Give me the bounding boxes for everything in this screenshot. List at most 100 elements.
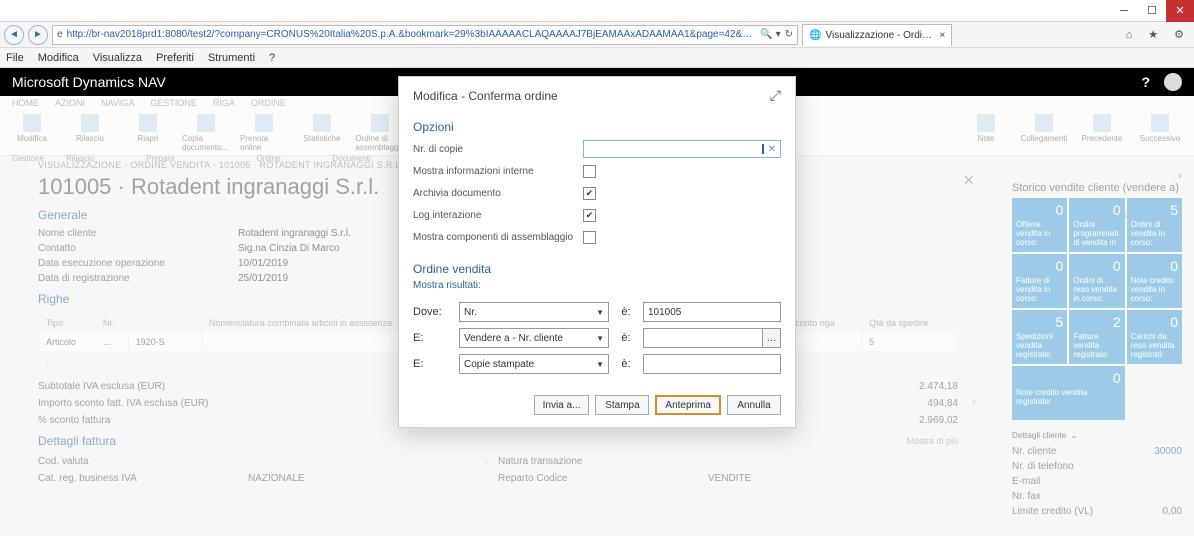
browser-tab[interactable]: 🌐 Visualizzazione - Ordine ve... × xyxy=(802,24,952,46)
menu-edit[interactable]: Modifica xyxy=(38,52,79,64)
expand-icon[interactable]: ⤢ xyxy=(770,87,781,104)
input-filter-value-1[interactable]: 101005 xyxy=(643,302,781,322)
ie-e-icon: e xyxy=(57,29,63,40)
section-dettagli-fattura[interactable]: Dettagli fattura Mostra di più xyxy=(38,434,958,448)
cue-tile[interactable]: 5Spedizioni vendita registrate: xyxy=(1012,310,1067,364)
label-reparto: Reparto Codice xyxy=(498,473,698,484)
label-imp-sconto: Importo sconto fatt. IVA esclusa (EUR) xyxy=(38,398,393,409)
help-icon[interactable]: ? xyxy=(1141,74,1150,90)
ie-menu-bar: File Modifica Visualizza Preferiti Strum… xyxy=(0,48,1194,68)
value-cod-valuta[interactable]: › xyxy=(248,456,488,467)
label-nome-cliente: Nome cliente xyxy=(38,228,238,239)
ribbon-button[interactable]: Precedente xyxy=(1078,114,1126,143)
menu-favorites[interactable]: Preferiti xyxy=(156,52,194,64)
ribbon-button[interactable]: Successivo xyxy=(1136,114,1184,143)
mostra-risultati-label: Mostra risultati: xyxy=(413,280,781,291)
factbox-panel: › Storico vendite cliente (vendere a) 0O… xyxy=(1012,182,1182,519)
ribbon-tab-azioni[interactable]: AZIONI xyxy=(51,98,89,112)
ribbon-button[interactable]: Riapri xyxy=(124,114,172,152)
ribbon-tab-naviga[interactable]: NAVIGA xyxy=(97,98,138,112)
dettagli-cliente-header[interactable]: Dettagli cliente⌄ xyxy=(1012,430,1182,440)
cue-tile[interactable]: 0Fatture di vendita in corso: xyxy=(1012,254,1067,308)
label-data-esec: Data esecuzione operazione xyxy=(38,258,238,269)
select-filter-field-2[interactable]: Vendere a - Nr. cliente▼ xyxy=(459,328,609,348)
button-stampa[interactable]: Stampa xyxy=(595,395,649,415)
ribbon-button[interactable]: Statistiche xyxy=(298,114,346,152)
cue-tile[interactable]: 0Note credito vendita registrate: xyxy=(1012,366,1125,420)
window-close[interactable]: ✕ xyxy=(1166,0,1194,22)
menu-file[interactable]: File xyxy=(6,52,24,64)
checkbox-mostra-info[interactable] xyxy=(583,165,596,178)
checkbox-mostra-comp[interactable] xyxy=(583,231,596,244)
favorites-icon[interactable]: ★ xyxy=(1148,28,1158,41)
button-anteprima[interactable]: Anteprima xyxy=(655,395,721,415)
url-text: http://br-nav2018prd1:8080/test2/?compan… xyxy=(67,29,757,40)
value-cat-iva: NAZIONALE xyxy=(248,473,488,484)
cue-tile[interactable]: 0Note credito vendita in corso: xyxy=(1127,254,1182,308)
tab-close-icon[interactable]: × xyxy=(939,30,945,41)
ribbon-tab-riga[interactable]: RIGA xyxy=(209,98,239,112)
ribbon-tab-gestione[interactable]: GESTIONE xyxy=(146,98,201,112)
window-maximize[interactable]: ☐ xyxy=(1138,0,1166,22)
cue-tile[interactable]: 0Offerte vendita in corso: xyxy=(1012,198,1067,252)
select-filter-field-1[interactable]: Nr.▼ xyxy=(459,302,609,322)
select-filter-field-3[interactable]: Copie stampate▼ xyxy=(459,354,609,374)
tab-favicon: 🌐 xyxy=(809,30,821,41)
label-log-int: Log interazione xyxy=(413,210,583,221)
menu-help[interactable]: ? xyxy=(269,52,275,64)
window-minimize[interactable]: ─ xyxy=(1110,0,1138,22)
factbox-history-title: Storico vendite cliente (vendere a) xyxy=(1012,182,1182,194)
button-invia-a[interactable]: Invia a... xyxy=(534,395,590,415)
label-cat-iva: Cat. reg. business IVA xyxy=(38,473,238,484)
cue-tile[interactable]: 0Ordini programmati di vendita in xyxy=(1069,198,1124,252)
input-filter-value-2[interactable] xyxy=(643,328,763,348)
checkbox-archivia[interactable]: ✔ xyxy=(583,187,596,200)
cue-tile[interactable]: 5Ordini di vendita in corso: xyxy=(1127,198,1182,252)
ribbon-button[interactable]: Ordine di assemblaggio xyxy=(356,114,404,152)
menu-tools[interactable]: Strumenti xyxy=(208,52,255,64)
ribbon-button[interactable]: Note xyxy=(962,114,1010,143)
clear-icon[interactable]: ✕ xyxy=(768,144,776,155)
modal-section-opzioni: Opzioni xyxy=(413,120,781,134)
cue-tile[interactable]: 0Ordini di reso vendita in corso: xyxy=(1069,254,1124,308)
label-natura: Natura transazione xyxy=(498,456,698,467)
ribbon-button[interactable]: Prenota online xyxy=(240,114,288,152)
nav-back-icon[interactable]: ◄ xyxy=(4,25,24,45)
menu-view[interactable]: Visualizza xyxy=(93,52,142,64)
ribbon-tab-ordine[interactable]: ORDINE xyxy=(247,98,290,112)
label-perc-sconto: % sconto fattura xyxy=(38,415,393,426)
ribbon-button[interactable]: Collegamenti xyxy=(1020,114,1068,143)
scroll-right-icon[interactable]: › xyxy=(972,394,976,408)
label-contatto: Contatto xyxy=(38,243,238,254)
ribbon-button[interactable]: Modifica xyxy=(8,114,56,152)
user-avatar[interactable] xyxy=(1164,73,1182,91)
label-dove: Dove: xyxy=(413,306,453,318)
search-glyph: 🔍 ▾ xyxy=(760,29,780,40)
tools-icon[interactable]: ⚙ xyxy=(1174,28,1184,41)
link-nr-cliente[interactable]: 30000 xyxy=(1154,446,1182,457)
value-tot-iva: 494,84 xyxy=(868,398,958,409)
label-is: è: xyxy=(615,332,637,344)
app-title: Microsoft Dynamics NAV xyxy=(12,74,166,90)
nav-forward-icon[interactable]: ► xyxy=(28,25,48,45)
chevron-down-icon: ⌄ xyxy=(1070,430,1077,440)
button-annulla[interactable]: Annulla xyxy=(727,395,781,415)
ribbon-button[interactable]: Copia documento... xyxy=(182,114,230,152)
input-filter-value-3[interactable] xyxy=(643,354,781,374)
page-close-icon[interactable]: × xyxy=(963,170,974,191)
cue-tile[interactable]: 2Fatture vendita registrate: xyxy=(1069,310,1124,364)
cue-tile[interactable]: 0Carichi da reso vendita registrati: xyxy=(1127,310,1182,364)
refresh-icon[interactable]: ↻ xyxy=(785,29,793,40)
value-reparto: VENDITE xyxy=(708,473,908,484)
ribbon-button[interactable]: Rilascio xyxy=(66,114,114,152)
show-more-link[interactable]: Mostra di più xyxy=(906,436,958,446)
input-nr-copie[interactable]: ✕ xyxy=(583,140,781,158)
url-box[interactable]: e http://br-nav2018prd1:8080/test2/?comp… xyxy=(52,25,798,45)
checkbox-log-int[interactable]: ✔ xyxy=(583,209,596,222)
window-titlebar: ─ ☐ ✕ xyxy=(0,0,1194,22)
label-data-reg: Data di registrazione xyxy=(38,273,238,284)
ribbon-tab-home[interactable]: HOME xyxy=(8,98,43,112)
factbox-collapse-icon[interactable]: › xyxy=(1178,168,1182,182)
lookup-button[interactable]: … xyxy=(763,328,781,348)
home-icon[interactable]: ⌂ xyxy=(1126,29,1133,41)
